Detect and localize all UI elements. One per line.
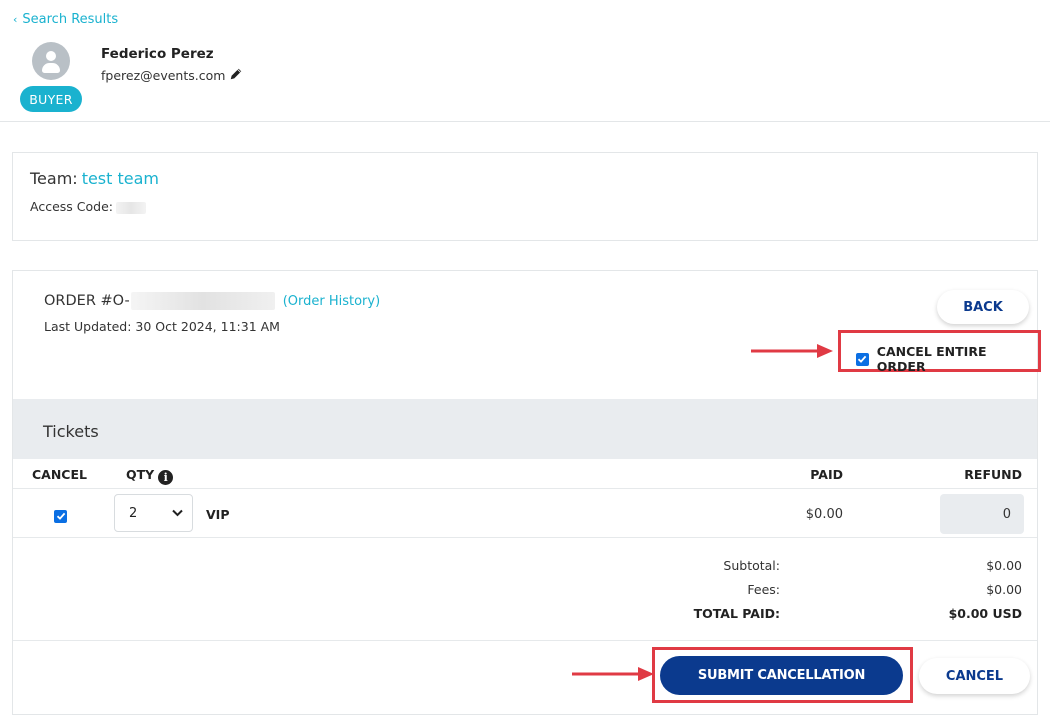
ticket-paid-amount: $0.00 <box>805 507 843 522</box>
quantity-value: 2 <box>129 505 138 521</box>
total-paid-label: TOTAL PAID: <box>693 606 780 621</box>
subtotal-value: $0.00 <box>986 558 1022 573</box>
avatar-body-shape <box>42 63 60 73</box>
last-updated: Last Updated: 30 Oct 2024, 11:31 AM <box>44 319 280 334</box>
chevron-down-icon <box>172 509 183 517</box>
refund-amount-field[interactable]: 0 <box>940 494 1024 534</box>
role-badge: BUYER <box>20 86 82 112</box>
avatar <box>32 42 70 80</box>
ticket-tier-name: VIP <box>206 507 230 522</box>
back-link-label: Search Results <box>22 12 119 27</box>
table-divider <box>13 488 1037 489</box>
annotation-arrow-icon <box>751 344 833 358</box>
avatar-head-shape <box>46 51 56 61</box>
pencil-icon[interactable] <box>229 67 243 81</box>
access-code-label: Access Code: <box>30 199 113 214</box>
back-button[interactable]: BACK <box>937 290 1029 324</box>
quantity-select[interactable]: 2 <box>114 494 193 532</box>
column-header-paid: PAID <box>810 467 843 482</box>
cancel-entire-order-checkbox[interactable] <box>856 352 869 366</box>
team-line: Team: test team <box>30 169 159 188</box>
fees-label: Fees: <box>747 582 780 597</box>
team-label: Team: <box>30 169 78 188</box>
fees-value: $0.00 <box>986 582 1022 597</box>
annotation-arrow-icon <box>572 667 654 681</box>
order-number-prefix: ORDER #O- <box>44 293 130 309</box>
column-header-qty: QTY i <box>126 467 174 485</box>
team-name-link[interactable]: test team <box>82 169 159 188</box>
checkmark-icon <box>858 355 867 363</box>
tickets-title: Tickets <box>43 422 99 441</box>
summary-divider <box>13 640 1037 641</box>
cancel-button[interactable]: CANCEL <box>919 658 1030 694</box>
column-header-refund: REFUND <box>964 467 1022 482</box>
cancel-entire-order-toggle[interactable]: CANCEL ENTIRE ORDER <box>856 344 1037 374</box>
team-card: Team: test team Access Code: <box>12 152 1038 241</box>
redacted-access-code <box>115 201 146 214</box>
submit-cancellation-button[interactable]: SUBMIT CANCELLATION <box>660 656 903 695</box>
table-row <box>54 506 67 525</box>
column-header-cancel: CANCEL <box>32 467 87 482</box>
header-divider <box>0 121 1050 122</box>
subtotal-label: Subtotal: <box>723 558 780 573</box>
total-paid-value: $0.00 USD <box>948 606 1022 621</box>
customer-name: Federico Perez <box>101 46 214 62</box>
order-history-link[interactable]: (Order History) <box>283 294 380 309</box>
qty-header-label: QTY <box>126 467 155 482</box>
checkmark-icon <box>56 512 65 520</box>
ticket-cancel-checkbox[interactable] <box>54 509 67 523</box>
redacted-order-number <box>130 292 275 310</box>
order-card: ORDER #O- (Order History) Last Updated: … <box>12 270 1041 715</box>
order-title: ORDER #O- (Order History) <box>44 292 380 310</box>
table-divider <box>13 537 1037 538</box>
tickets-section-header: Tickets <box>13 399 1037 459</box>
customer-email: fperez@events.com <box>101 68 226 83</box>
info-icon[interactable]: i <box>158 470 174 485</box>
back-to-search-results-link[interactable]: ‹ Search Results <box>13 12 118 27</box>
chevron-left-icon: ‹ <box>13 13 18 26</box>
access-code-line: Access Code: <box>30 199 146 214</box>
cancel-entire-order-label: CANCEL ENTIRE ORDER <box>876 344 987 374</box>
